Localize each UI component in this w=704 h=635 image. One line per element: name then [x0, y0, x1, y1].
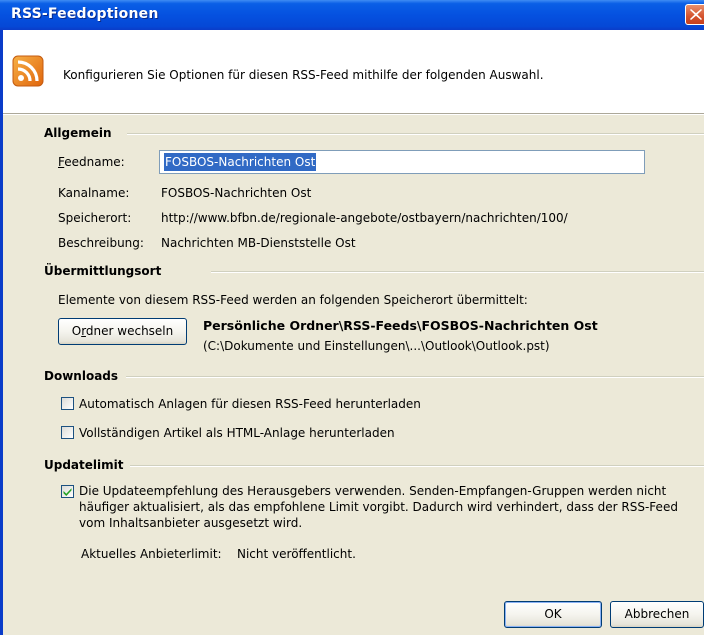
change-folder-button-label: Ordner wechseln — [71, 324, 174, 338]
feedname-input[interactable]: FOSBOS-Nachrichten Ost — [159, 150, 645, 174]
rss-feed-icon — [12, 55, 44, 87]
folder-path: Persönliche Ordner\RSS-Feeds\FOSBOS-Nach… — [203, 318, 598, 333]
section-divider — [127, 133, 704, 135]
header-band: Konfigurieren Sie Optionen für diesen RS… — [3, 30, 704, 114]
beschreibung-label: Beschreibung: — [58, 236, 144, 250]
section-divider — [126, 376, 704, 378]
feedname-label: Feedname: — [58, 155, 125, 169]
checkmark-icon — [63, 488, 72, 496]
current-limit-value: Nicht veröffentlicht. — [237, 547, 356, 561]
speicherort-value: http://www.bfbn.de/regionale-angebote/os… — [161, 211, 568, 225]
section-divider — [130, 465, 704, 467]
section-heading-updatelimit: Updatelimit — [44, 458, 124, 472]
current-limit-label: Aktuelles Anbieterlimit: — [81, 547, 222, 561]
update-option-line2[interactable]: häufiger aktualisiert, als das empfohlen… — [79, 500, 678, 514]
attachments-checkbox[interactable] — [61, 397, 74, 410]
full-article-checkbox[interactable] — [61, 426, 74, 439]
section-heading-uebermittlungsort: Übermittlungsort — [44, 264, 162, 278]
cancel-button[interactable]: Abbrechen — [610, 601, 704, 628]
change-folder-button[interactable]: Ordner wechseln — [58, 318, 187, 345]
window-title: RSS-Feedoptionen — [11, 6, 159, 22]
kanalname-value: FOSBOS-Nachrichten Ost — [161, 186, 312, 200]
ok-button[interactable]: OK — [504, 601, 602, 628]
delivery-description: Elemente von diesem RSS-Feed werden an f… — [58, 293, 528, 307]
feedname-label-text: eedname: — [64, 155, 125, 169]
title-bar[interactable]: RSS-Feedoptionen — [0, 0, 704, 30]
section-divider — [211, 271, 704, 273]
kanalname-label: Kanalname: — [58, 186, 130, 200]
section-heading-allgemein: Allgemein — [44, 126, 112, 140]
dialog-window: RSS-Feedoptionen Konfigurieren Sie Optio… — [0, 0, 704, 635]
update-recommendation-checkbox[interactable] — [61, 485, 74, 498]
feedname-input-value: FOSBOS-Nachrichten Ost — [164, 153, 317, 171]
cancel-button-label: Abbrechen — [624, 607, 690, 621]
header-description: Konfigurieren Sie Optionen für diesen RS… — [63, 68, 544, 82]
full-article-option-label[interactable]: Vollständigen Artikel als HTML-Anlage he… — [79, 426, 395, 440]
update-option-line3[interactable]: vom Inhaltsanbieter ausgesetzt wird. — [79, 516, 302, 530]
attachments-option-label[interactable]: Automatisch Anlagen für diesen RSS-Feed … — [79, 397, 421, 411]
beschreibung-value: Nachrichten MB-Dienststelle Ost — [161, 236, 356, 250]
speicherort-label: Speicherort: — [58, 211, 132, 225]
pst-file-path: (C:\Dokumente und Einstellungen\...\Outl… — [203, 339, 550, 353]
ok-button-label: OK — [544, 607, 562, 621]
close-icon — [690, 9, 702, 20]
close-button[interactable] — [685, 4, 704, 25]
update-option-line1[interactable]: Die Updateempfehlung des Herausgebers ve… — [79, 484, 666, 498]
section-heading-downloads: Downloads — [44, 369, 119, 383]
